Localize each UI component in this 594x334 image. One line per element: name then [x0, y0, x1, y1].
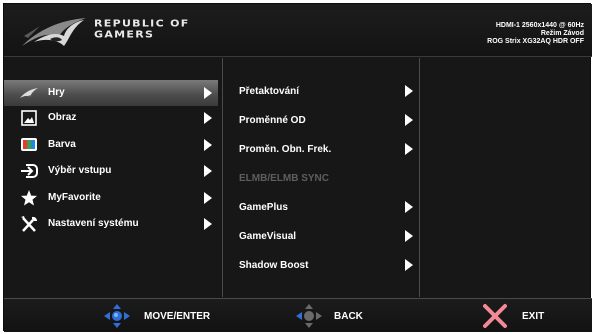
chevron-right-icon — [204, 139, 212, 151]
chevron-right-icon — [405, 201, 413, 213]
input-icon — [21, 164, 38, 178]
rog-eye-icon — [20, 88, 38, 98]
main-menu-item-nastaveni-systemu[interactable]: Nastavení systému — [4, 211, 218, 237]
chevron-right-icon — [405, 143, 413, 155]
osd-menu: REPUBLIC OF GAMERS HDMI-1 2560x1440 @ 60… — [3, 3, 592, 332]
chevron-right-icon — [405, 230, 413, 242]
exit-label: EXIT — [522, 311, 545, 322]
sub-menu-item-gameplus[interactable]: GamePlus — [223, 194, 421, 220]
main-menu-item-myfavorite[interactable]: MyFavorite — [4, 185, 218, 211]
sub-menu-label: GameVisual — [239, 231, 297, 242]
exit-hint[interactable]: EXIT — [482, 303, 562, 329]
main-menu-label: Obraz — [48, 112, 77, 123]
chevron-right-icon — [204, 165, 212, 177]
chevron-right-icon — [405, 259, 413, 271]
main-menu-label: Nastavení systému — [48, 218, 139, 229]
sub-menu-item-promen-obn-frek[interactable]: Proměn. Obn. Frek. — [223, 136, 421, 162]
status-info: HDMI-1 2560x1440 @ 60Hz Režim Závod ROG … — [487, 22, 584, 46]
status-input-resolution: HDMI-1 2560x1440 @ 60Hz — [495, 22, 584, 29]
color-icon — [21, 138, 37, 151]
tools-icon — [21, 216, 38, 232]
brand-line-2: GAMERS — [94, 28, 155, 41]
sub-menu-label: Přetaktování — [239, 86, 300, 97]
sub-menu-label: ELMB/ELMB SYNC — [239, 173, 329, 184]
sub-menu-label: Shadow Boost — [239, 260, 309, 271]
close-icon — [483, 304, 507, 328]
sub-menu-label: Proměnné OD — [239, 115, 306, 126]
main-menu-label: Barva — [48, 139, 76, 150]
main-menu-label: MyFavorite — [48, 192, 101, 203]
main-menu-label: Výběr vstupu — [48, 165, 112, 176]
chevron-right-icon — [405, 114, 413, 126]
chevron-right-icon — [204, 192, 212, 204]
move-enter-label: MOVE/ENTER — [144, 311, 211, 322]
brand-text: REPUBLIC OF GAMERS — [94, 18, 190, 40]
osd-footer: MOVE/ENTER BACK EXIT — [4, 298, 592, 332]
joystick-all-directions-icon — [104, 304, 130, 328]
chevron-right-icon — [405, 85, 413, 97]
image-icon — [21, 110, 37, 126]
main-menu: Hry Obraz Barva Výběr vstupu MyFavorite … — [4, 58, 218, 297]
star-icon — [21, 190, 37, 206]
chevron-right-icon — [204, 87, 212, 99]
main-menu-item-barva[interactable]: Barva — [4, 132, 218, 158]
rog-logo — [22, 18, 86, 46]
back-hint[interactable]: BACK — [294, 303, 384, 329]
osd-header: REPUBLIC OF GAMERS HDMI-1 2560x1440 @ 60… — [4, 4, 592, 57]
option-panel — [421, 58, 592, 297]
sub-menu-item-elmb-sync: ELMB/ELMB SYNC — [223, 165, 421, 191]
sub-menu-item-shadow-boost[interactable]: Shadow Boost — [223, 252, 421, 278]
main-menu-item-hry[interactable]: Hry — [4, 80, 218, 106]
joystick-left-icon — [296, 304, 322, 328]
chevron-right-icon — [204, 218, 212, 230]
sub-menu-item-promenne-od[interactable]: Proměnné OD — [223, 107, 421, 133]
main-menu-item-vyber-vstupu[interactable]: Výběr vstupu — [4, 158, 218, 184]
back-label: BACK — [334, 311, 363, 322]
status-mode: Režim Závod — [540, 30, 584, 37]
sub-menu-label: GamePlus — [239, 202, 288, 213]
brand-line-1: REPUBLIC OF — [94, 17, 190, 30]
main-menu-label: Hry — [48, 87, 65, 98]
status-model-hdr: ROG Strix XG32AQ HDR OFF — [487, 38, 584, 45]
chevron-right-icon — [204, 112, 212, 124]
sub-menu: Přetaktování Proměnné OD Proměn. Obn. Fr… — [222, 58, 420, 297]
sub-menu-label: Proměn. Obn. Frek. — [239, 144, 332, 155]
sub-menu-item-gamevisual[interactable]: GameVisual — [223, 223, 421, 249]
main-menu-item-obraz[interactable]: Obraz — [4, 105, 218, 131]
move-enter-hint[interactable]: MOVE/ENTER — [102, 303, 232, 329]
sub-menu-item-pretaktovani[interactable]: Přetaktování — [223, 78, 421, 104]
